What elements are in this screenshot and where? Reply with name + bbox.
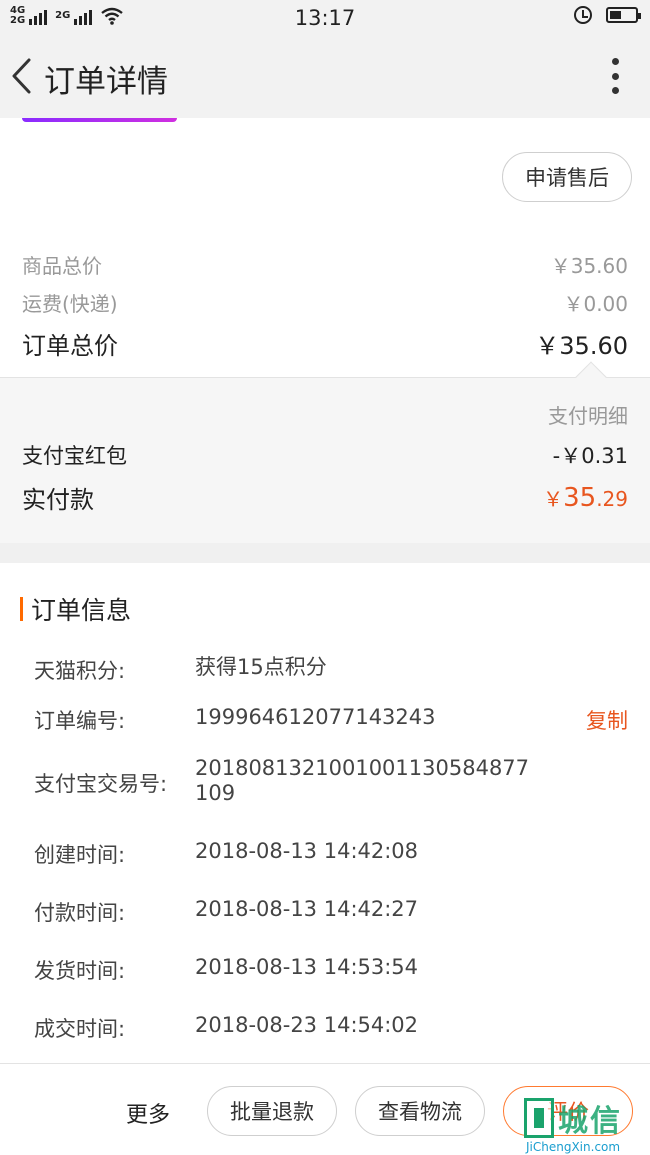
info-label: 成交时间: bbox=[34, 1017, 126, 1041]
info-label: 发货时间: bbox=[34, 959, 126, 983]
status-time: 13:17 bbox=[294, 6, 356, 30]
status-right bbox=[574, 6, 641, 24]
order-info-header: 订单信息 bbox=[20, 591, 131, 627]
alarm-icon bbox=[574, 6, 592, 24]
view-logistics-button[interactable]: 查看物流 bbox=[355, 1086, 485, 1136]
actual-paid-decimal: .29 bbox=[596, 486, 628, 511]
info-value: 2018-08-13 14:53:54 bbox=[195, 955, 419, 979]
info-value: 获得15点积分 bbox=[195, 655, 327, 679]
shipping-row: 运费(快递) ￥0.00 bbox=[22, 288, 628, 317]
actual-paid-row: 实付款 ￥35.29 bbox=[22, 480, 628, 515]
info-value: 2018-08-23 14:54:02 bbox=[195, 1013, 419, 1037]
payment-detail-panel: 支付明细 支付宝红包 -￥0.31 实付款 ￥35.29 bbox=[0, 361, 650, 543]
info-value: 2018-08-13 14:42:27 bbox=[195, 897, 419, 921]
goods-total-value: ￥35.60 bbox=[550, 254, 628, 278]
actual-paid-value: ￥35.29 bbox=[543, 483, 628, 513]
info-value: 2018-08-13 14:42:08 bbox=[195, 839, 419, 863]
shipping-label: 运费(快递) bbox=[22, 292, 118, 316]
red-packet-label: 支付宝红包 bbox=[22, 444, 127, 468]
goods-total-label: 商品总价 bbox=[22, 254, 102, 278]
section-accent-bar bbox=[20, 597, 23, 621]
info-value: 199964612077143243 bbox=[195, 705, 436, 729]
order-total-label: 订单总价 bbox=[22, 332, 118, 360]
copy-button[interactable]: 复制 bbox=[586, 705, 628, 735]
after-sale-button[interactable]: 申请售后 bbox=[502, 152, 632, 202]
product-image-edge[interactable] bbox=[22, 118, 177, 122]
shipping-value: ￥0.00 bbox=[563, 292, 628, 316]
battery-icon bbox=[606, 7, 641, 23]
dot-icon bbox=[611, 87, 619, 94]
review-button[interactable]: 评价 bbox=[503, 1086, 633, 1136]
status-bar: 4G 2G 2G 13:17 bbox=[0, 0, 650, 36]
info-label: 订单编号: bbox=[34, 709, 126, 733]
info-label: 天猫积分: bbox=[34, 659, 126, 683]
order-info-title: 订单信息 bbox=[31, 596, 132, 625]
actual-paid-currency: ￥ bbox=[543, 486, 564, 511]
actual-paid-integer: 35 bbox=[563, 482, 597, 513]
red-packet-value: -￥0.31 bbox=[552, 444, 628, 468]
bottom-action-bar: 更多 批量退款 查看物流 评价 bbox=[0, 1063, 650, 1155]
goods-total-row: 商品总价 ￥35.60 bbox=[22, 250, 628, 279]
order-info-card: 订单信息 天猫积分: 获得15点积分 订单编号: 199964612077143… bbox=[0, 563, 650, 1063]
order-total-value: ￥35.60 bbox=[535, 332, 628, 360]
info-label: 创建时间: bbox=[34, 843, 126, 867]
more-options-button[interactable] bbox=[610, 58, 620, 94]
nav-bar: 订单详情 bbox=[0, 36, 650, 118]
actual-paid-label: 实付款 bbox=[22, 486, 94, 514]
page-title: 订单详情 bbox=[44, 64, 168, 100]
info-label: 付款时间: bbox=[34, 901, 126, 925]
payment-detail-title: 支付明细 bbox=[548, 404, 628, 428]
order-total-row: 订单总价 ￥35.60 bbox=[22, 326, 628, 361]
red-packet-row: 支付宝红包 -￥0.31 bbox=[22, 440, 628, 470]
batch-refund-button[interactable]: 批量退款 bbox=[207, 1086, 337, 1136]
chevron-left-icon bbox=[12, 58, 31, 94]
dot-icon bbox=[611, 58, 619, 65]
more-actions-button[interactable]: 更多 bbox=[126, 1097, 170, 1129]
info-value: 20180813210010011305848771​09 bbox=[195, 756, 530, 805]
dot-icon bbox=[611, 72, 619, 80]
info-label: 支付宝交易号: bbox=[34, 772, 168, 796]
back-button[interactable] bbox=[6, 56, 36, 96]
